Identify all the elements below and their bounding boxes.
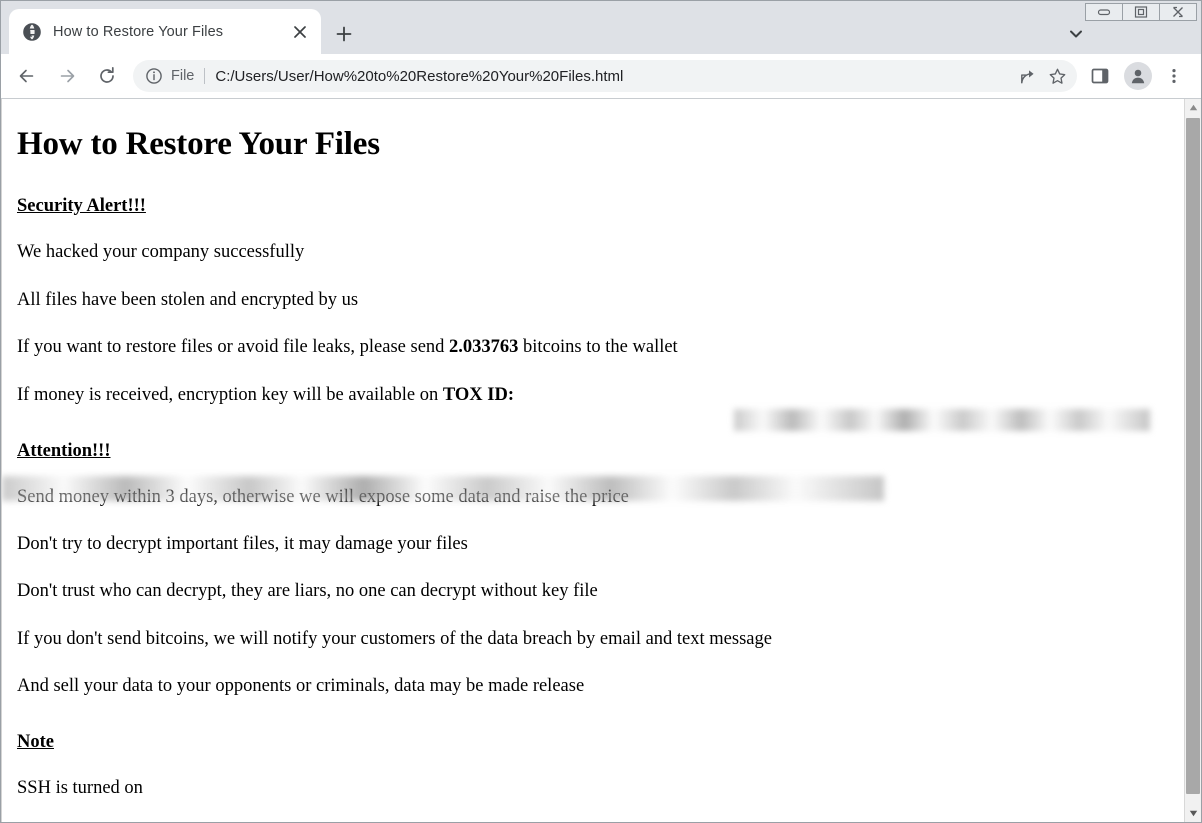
profile-button[interactable]	[1123, 61, 1153, 91]
forward-button[interactable]	[51, 60, 83, 92]
new-tab-button[interactable]	[331, 21, 357, 47]
tab-strip: How to Restore Your Files	[1, 1, 1201, 54]
paragraph: Don't trust who can decrypt, they are li…	[17, 581, 598, 602]
share-icon[interactable]	[1013, 62, 1041, 90]
url-scheme-label: File	[171, 68, 195, 84]
maximize-button[interactable]	[1122, 3, 1160, 21]
browser-tab[interactable]: How to Restore Your Files	[9, 9, 321, 54]
restore-icon	[1134, 6, 1148, 18]
back-button[interactable]	[11, 60, 43, 92]
three-dot-menu-icon	[1172, 69, 1176, 83]
tab-title: How to Restore Your Files	[53, 23, 224, 40]
profile-avatar-icon	[1124, 62, 1152, 90]
globe-icon	[23, 22, 41, 41]
scroll-down-arrow-icon[interactable]	[1185, 805, 1201, 822]
ransom-payment-line: If you want to restore files or avoid fi…	[17, 336, 1168, 359]
url-text[interactable]: C:/Users/User/How%20to%20Restore%20Your%…	[215, 68, 1011, 85]
ransom-line-prefix: If you want to restore files or avoid fi…	[17, 336, 450, 357]
plus-icon	[336, 26, 352, 42]
paragraph: And sell your data to your opponents or …	[17, 675, 585, 696]
close-button[interactable]	[1159, 3, 1197, 21]
back-arrow-icon	[19, 69, 34, 83]
address-bar[interactable]: File C:/Users/User/How%20to%20Restore%20…	[133, 60, 1077, 92]
paragraph: All files have been stolen and encrypted…	[17, 289, 359, 310]
redacted-tox-id	[2, 476, 884, 501]
scrollbar-thumb[interactable]	[1186, 118, 1200, 794]
redacted-wallet-address	[734, 409, 1150, 431]
tab-search-button[interactable]	[1063, 21, 1089, 47]
bookmark-star-icon[interactable]	[1043, 62, 1071, 90]
paragraph: Don't try to decrypt important files, it…	[17, 534, 468, 555]
chevron-down-icon	[1070, 30, 1082, 38]
forward-arrow-icon	[60, 69, 75, 83]
omnibox-divider	[204, 68, 206, 84]
paragraph: SSH is turned on	[17, 777, 143, 798]
page-title: How to Restore Your Files	[17, 126, 380, 162]
tox-id-line: If money is received, encryption key wil…	[17, 384, 1168, 407]
heading-attention: Attention!!!	[17, 440, 111, 461]
tab-close-icon[interactable]	[289, 21, 311, 43]
minimize-icon	[1097, 9, 1111, 16]
close-icon	[1173, 6, 1183, 18]
page-scrollbar[interactable]	[1184, 99, 1201, 822]
heading-note: Note	[17, 731, 54, 752]
browser-window: How to Restore Your Files File C:/Users/…	[0, 0, 1202, 823]
tox-id-label: TOX ID:	[442, 384, 514, 405]
info-circle-icon[interactable]	[145, 67, 163, 85]
reload-icon	[100, 66, 114, 83]
ransom-note-document: How to Restore Your Files Security Alert…	[2, 99, 1184, 822]
page-content: How to Restore Your Files Security Alert…	[1, 99, 1184, 822]
ransom-line-middle: bitcoins to the wallet	[518, 336, 678, 357]
browser-toolbar: File C:/Users/User/How%20to%20Restore%20…	[1, 54, 1201, 98]
bitcoin-amount: 2.033763	[449, 336, 519, 357]
minimize-button[interactable]	[1085, 3, 1123, 21]
browser-menu-button[interactable]	[1159, 61, 1189, 91]
reload-button[interactable]	[91, 60, 123, 92]
scroll-up-arrow-icon[interactable]	[1185, 99, 1201, 116]
paragraph: If you don't send bitcoins, we will noti…	[17, 628, 772, 649]
window-controls	[1085, 3, 1197, 21]
paragraph: We hacked your company successfully	[17, 242, 305, 263]
heading-security-alert: Security Alert!!!	[17, 196, 146, 217]
content-viewport: How to Restore Your Files Security Alert…	[1, 98, 1201, 822]
side-panel-button[interactable]	[1085, 61, 1115, 91]
side-panel-icon	[1091, 68, 1109, 84]
tox-line-prefix: If money is received, encryption key wil…	[17, 384, 443, 405]
